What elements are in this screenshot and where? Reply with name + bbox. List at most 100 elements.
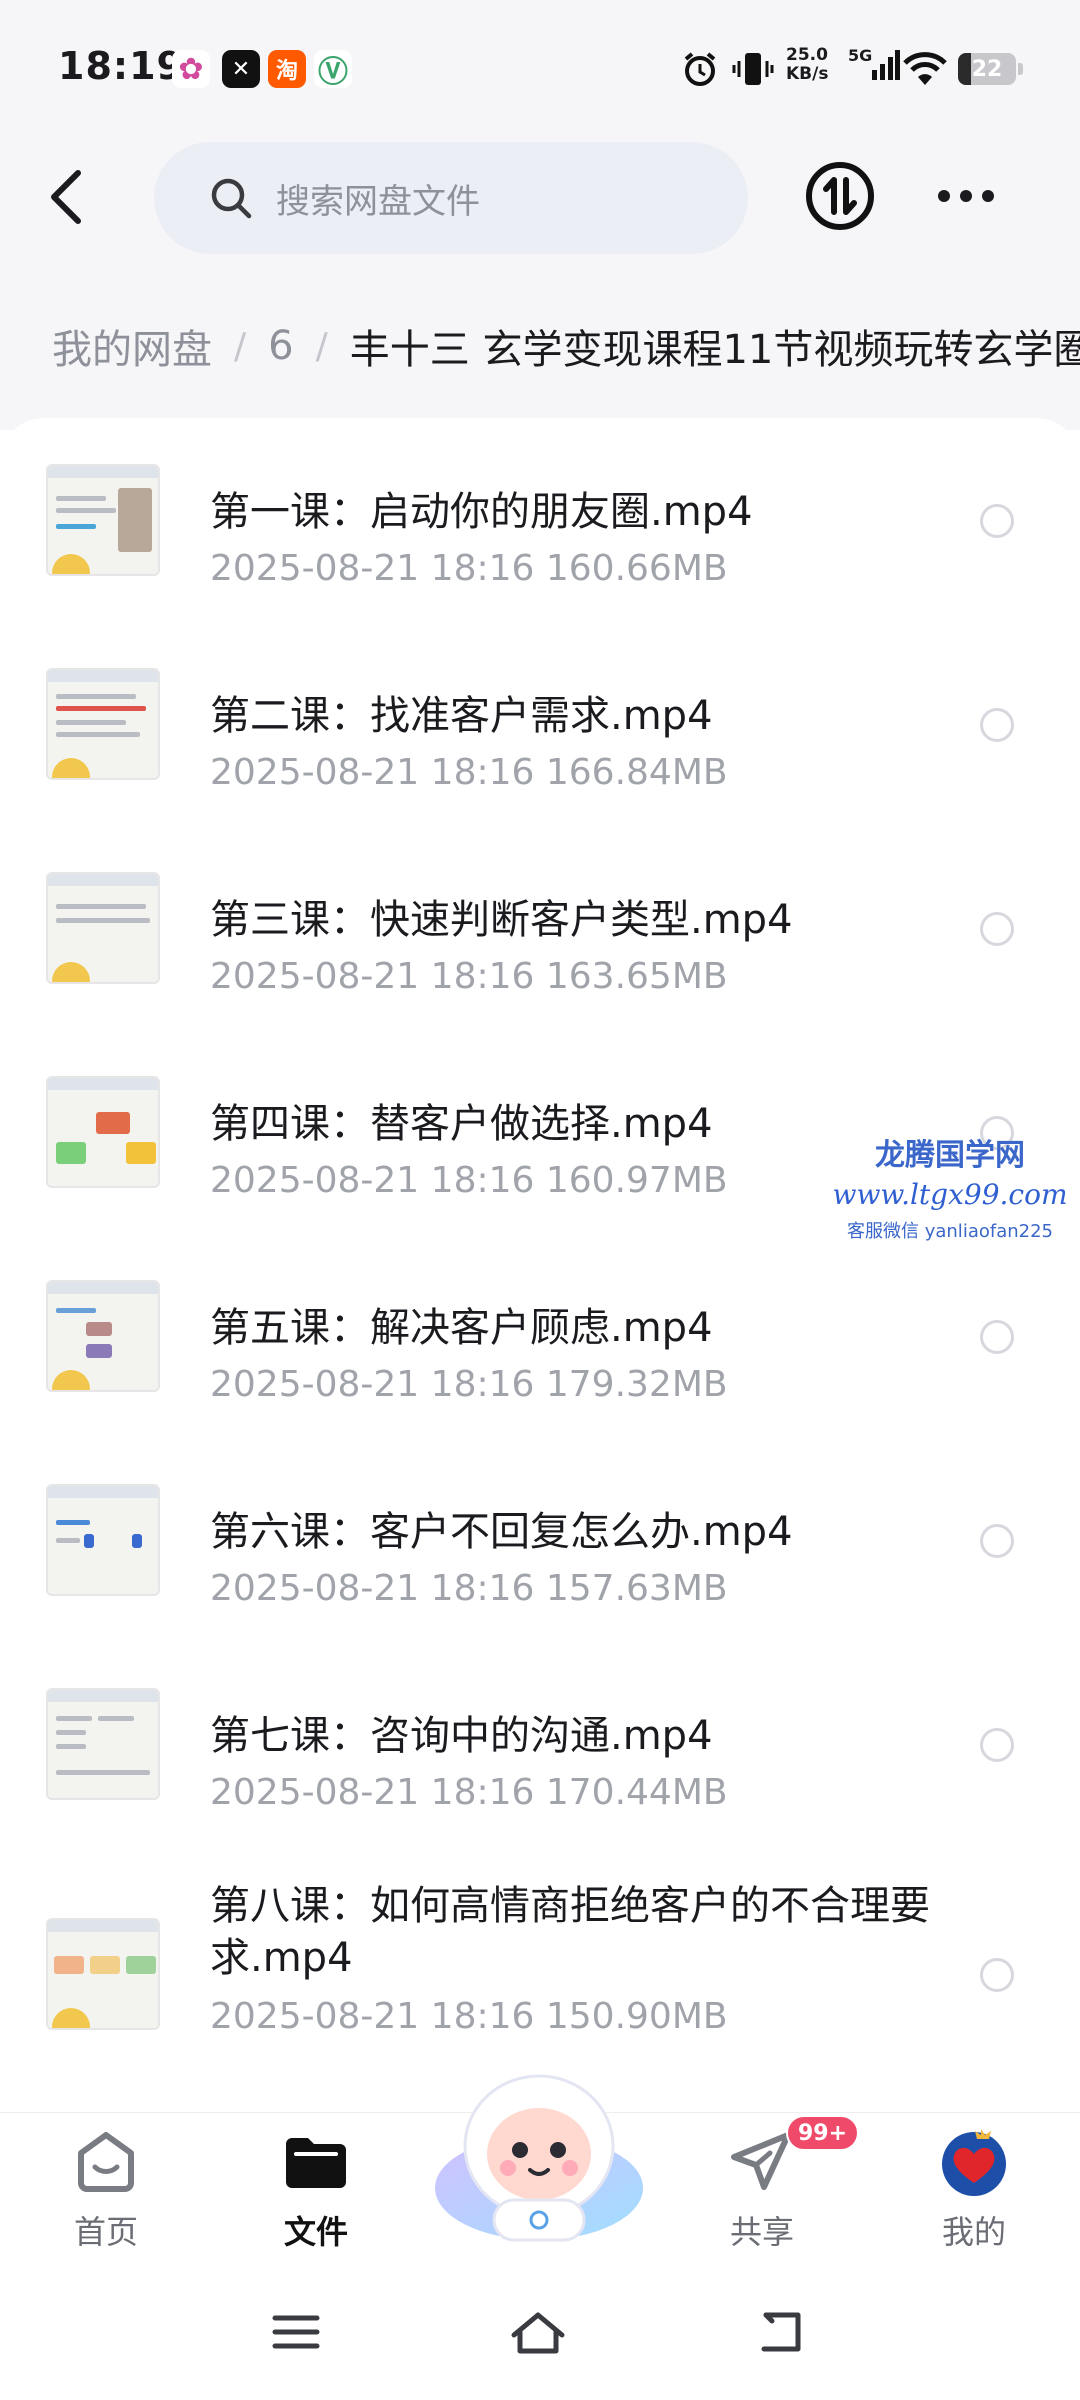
file-size: 179.32MB bbox=[545, 1364, 728, 1405]
share-badge: 99+ bbox=[786, 2115, 860, 2151]
file-meta: 2025-08-21 18:16 150.90MB bbox=[210, 1996, 728, 2037]
file-name: 第六课：客户不回复怎么办.mp4 bbox=[210, 1509, 793, 1555]
select-checkbox[interactable] bbox=[980, 1728, 1014, 1762]
file-name: 第五课：解决客户顾虑.mp4 bbox=[210, 1305, 713, 1351]
video-thumbnail bbox=[46, 1918, 160, 2030]
file-size: 163.65MB bbox=[545, 956, 728, 997]
recent-apps-button[interactable] bbox=[266, 2302, 326, 2362]
net-speed: 25.0 KB/s bbox=[786, 46, 828, 92]
cap-app-icon: ✿ bbox=[172, 50, 210, 88]
header: 搜索网盘文件 bbox=[0, 140, 1080, 260]
nav-item-home[interactable]: 首页 bbox=[36, 2125, 176, 2253]
file-list: 第一课：启动你的朋友圈.mp4 2025-08-21 18:16 160.66M… bbox=[0, 418, 1080, 2118]
alarm-icon bbox=[680, 46, 720, 92]
file-time: 18:16 bbox=[430, 1364, 535, 1405]
back-arrow-icon bbox=[761, 2312, 801, 2352]
nav-label-mine: 我的 bbox=[941, 2213, 1006, 2251]
more-dot-icon bbox=[960, 190, 972, 202]
file-date: 2025-08-21 bbox=[210, 1996, 420, 2037]
file-date: 2025-08-21 bbox=[210, 1364, 420, 1405]
file-name: 第七课：咨询中的沟通.mp4 bbox=[210, 1713, 713, 1759]
select-checkbox[interactable] bbox=[980, 1524, 1014, 1558]
watermark-title: 龙腾国学网 bbox=[875, 1138, 1025, 1173]
nav-item-mine[interactable]: 我的 bbox=[904, 2125, 1044, 2253]
file-time: 18:16 bbox=[430, 1568, 535, 1609]
back-button[interactable] bbox=[36, 162, 96, 232]
astronaut-mascot-icon bbox=[435, 2074, 643, 2242]
file-size: 157.63MB bbox=[545, 1568, 728, 1609]
file-date: 2025-08-21 bbox=[210, 548, 420, 589]
file-date: 2025-08-21 bbox=[210, 1568, 420, 1609]
video-thumbnail bbox=[46, 1280, 160, 1392]
paper-plane-icon bbox=[731, 2132, 791, 2190]
file-time: 18:16 bbox=[430, 548, 535, 589]
wifi-icon bbox=[902, 46, 948, 92]
breadcrumb-separator: / bbox=[234, 325, 247, 367]
capcut-icon: ✕ bbox=[222, 50, 260, 88]
select-checkbox[interactable] bbox=[980, 504, 1014, 538]
file-meta: 2025-08-21 18:16 157.63MB bbox=[210, 1568, 728, 1609]
heart-avatar-icon bbox=[942, 2129, 1006, 2196]
file-size: 170.44MB bbox=[545, 1772, 728, 1813]
file-date: 2025-08-21 bbox=[210, 752, 420, 793]
watermark-wechat: 客服微信 yanliaofan225 bbox=[847, 1221, 1053, 1242]
ai-assistant-button[interactable] bbox=[428, 2050, 650, 2250]
back-nav-button[interactable] bbox=[750, 2302, 810, 2362]
file-time: 18:16 bbox=[430, 752, 535, 793]
home-button[interactable] bbox=[508, 2302, 568, 2362]
select-checkbox[interactable] bbox=[980, 708, 1014, 742]
file-name: 第一课：启动你的朋友圈.mp4 bbox=[210, 489, 753, 535]
network-type: 5G bbox=[848, 46, 873, 65]
file-meta: 2025-08-21 18:16 166.84MB bbox=[210, 752, 728, 793]
watermark: 龙腾国学网 www.ltgx99.com 客服微信 yanliaofan225 bbox=[820, 1130, 1080, 1243]
folder-icon bbox=[286, 2138, 346, 2188]
file-size: 166.84MB bbox=[545, 752, 728, 793]
video-thumbnail bbox=[46, 1688, 160, 1800]
more-dot-icon bbox=[982, 190, 994, 202]
file-meta: 2025-08-21 18:16 170.44MB bbox=[210, 1772, 728, 1813]
home-outline-icon bbox=[511, 2312, 565, 2354]
home-icon bbox=[78, 2132, 134, 2192]
video-thumbnail bbox=[46, 668, 160, 780]
nav-item-files[interactable]: 文件 bbox=[246, 2125, 386, 2253]
transfer-button[interactable] bbox=[804, 160, 876, 232]
taobao-icon: 淘 bbox=[268, 50, 306, 88]
breadcrumb-level1[interactable]: 6 bbox=[268, 323, 293, 369]
chevron-left-icon bbox=[51, 170, 81, 224]
select-checkbox[interactable] bbox=[980, 1320, 1014, 1354]
select-checkbox[interactable] bbox=[980, 912, 1014, 946]
transfer-icon bbox=[806, 162, 874, 230]
file-time: 18:16 bbox=[430, 1160, 535, 1201]
more-button[interactable] bbox=[926, 160, 1006, 232]
file-name: 第二课：找准客户需求.mp4 bbox=[210, 693, 713, 739]
file-meta: 2025-08-21 18:16 160.66MB bbox=[210, 548, 728, 589]
file-date: 2025-08-21 bbox=[210, 1772, 420, 1813]
breadcrumb-separator: / bbox=[315, 325, 328, 367]
status-time: 18:19 bbox=[58, 44, 184, 88]
file-meta: 2025-08-21 18:16 163.65MB bbox=[210, 956, 728, 997]
search-placeholder: 搜索网盘文件 bbox=[276, 181, 480, 222]
nav-label-home: 首页 bbox=[73, 2213, 138, 2251]
breadcrumb-root[interactable]: 我的网盘 bbox=[52, 317, 212, 375]
file-meta: 2025-08-21 18:16 179.32MB bbox=[210, 1364, 728, 1405]
battery-icon: 22 bbox=[958, 46, 1023, 92]
file-size: 160.97MB bbox=[545, 1160, 728, 1201]
status-bar: 18:19 ✿ ✕ 淘 Ⓥ 25.0 KB/s 5G 22 bbox=[0, 0, 1080, 140]
net-speed-value: 25.0 bbox=[786, 45, 828, 65]
video-thumbnail bbox=[46, 464, 160, 576]
breadcrumb-current: 丰十三 玄学变现课程11节视频玩转玄学圈 bbox=[349, 327, 1080, 373]
search-icon bbox=[211, 178, 252, 219]
system-navigation-bar bbox=[0, 2262, 1080, 2400]
file-size: 150.90MB bbox=[545, 1996, 728, 2037]
search-input[interactable]: 搜索网盘文件 bbox=[154, 142, 748, 254]
nav-label-files: 文件 bbox=[283, 2213, 348, 2251]
battery-level: 22 bbox=[971, 56, 1003, 82]
net-speed-unit: KB/s bbox=[786, 64, 829, 84]
file-name: 第八课：如何高情商拒绝客户的不合理要求.mp4 bbox=[210, 1883, 930, 1981]
menu-icon bbox=[272, 2315, 320, 2349]
select-checkbox[interactable] bbox=[980, 1958, 1014, 1992]
nav-item-share[interactable]: 99+ 共享 bbox=[692, 2115, 860, 2253]
file-time: 18:16 bbox=[430, 1996, 535, 2037]
green-app-icon: Ⓥ bbox=[314, 50, 352, 90]
file-meta: 2025-08-21 18:16 160.97MB bbox=[210, 1160, 728, 1201]
